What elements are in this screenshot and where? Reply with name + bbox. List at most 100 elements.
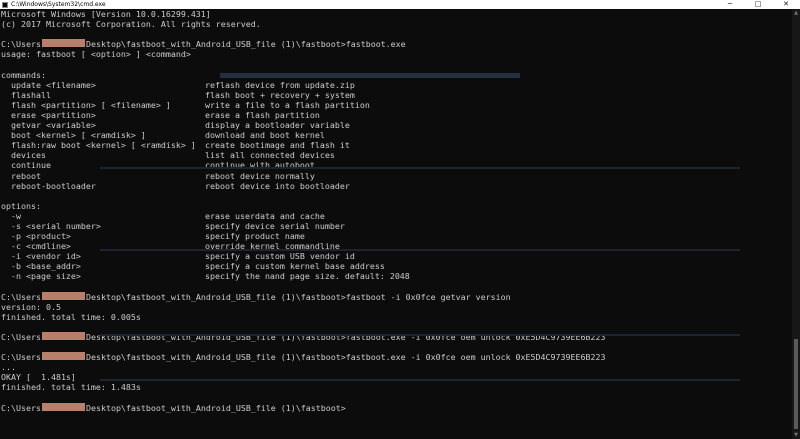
command-desc: list all connected devices <box>205 150 335 161</box>
prompt-command: fastboot.exe <box>345 39 406 50</box>
option-row: -c <cmdline> override kernel commandline <box>1 241 792 251</box>
redacted-username <box>41 332 85 340</box>
command-row: reboot reboot device normally <box>1 171 792 181</box>
command-name: flashall <box>1 89 51 100</box>
prompt-path: Desktop\fastboot_with_Android_USB_file (… <box>85 352 346 363</box>
console-line: finished. total time: 1.483s <box>1 382 141 393</box>
option-row: -i <vendor id> specify a custom USB vendo… <box>1 251 792 261</box>
command-name: flash:raw boot <kernel> [ <ramdisk> ] <box>1 140 196 151</box>
prompt-user-path: C:\Users <box>1 352 41 363</box>
scroll-up-icon[interactable]: ▲ <box>792 9 800 17</box>
redacted-username <box>41 402 85 411</box>
console-output[interactable]: Microsoft Windows [Version 10.0.16299.43… <box>0 9 792 439</box>
command-row: flashall flash boot + recovery + system <box>1 90 792 100</box>
command-row: getvar <variable> display a bootloader va… <box>1 120 792 130</box>
option-row: -n <page size> specify the nand page size… <box>1 271 792 281</box>
option-name: -w <box>1 210 21 221</box>
option-name: -s <serial number> <box>1 220 101 231</box>
command-row: erase <partition> erase a flash partition <box>1 110 792 120</box>
redacted-username <box>41 39 85 48</box>
prompt-user-path: C:\Users <box>1 402 41 413</box>
command-row: devices list all connected devices <box>1 150 792 160</box>
prompt-line: C:\Users Desktop\fastboot_with_Android_US… <box>1 402 792 413</box>
command-row: update <filename> reflash device from upd… <box>1 80 792 90</box>
prompt-path: Desktop\fastboot_with_Android_USB_file (… <box>85 39 346 50</box>
maximize-icon: □ <box>754 0 762 8</box>
console-line: (c) 2017 Microsoft Corporation. All righ… <box>1 19 261 30</box>
command-row: continue continue with autoboot <box>1 160 792 170</box>
prompt-line: C:\Users Desktop\fastboot_with_Android_US… <box>1 332 792 342</box>
console-line: finished. total time: 0.005s <box>1 311 141 322</box>
title-bar[interactable]: C:\Windows\System32\cmd.exe ─ □ ✕ <box>0 0 800 9</box>
command-desc: reflash device from update.zip <box>205 79 355 90</box>
close-icon: ✕ <box>783 0 789 8</box>
option-name: -c <cmdline> <box>1 241 71 252</box>
option-desc: override kernel commandline <box>205 241 340 252</box>
redacted-username <box>41 352 85 361</box>
window-title: C:\Windows\System32\cmd.exe <box>11 1 106 8</box>
maximize-button[interactable]: □ <box>744 0 772 9</box>
option-row: -s <serial number> specify device serial … <box>1 221 792 231</box>
command-name: reboot <box>1 170 41 181</box>
command-name: devices <box>1 150 46 161</box>
redacted-username <box>41 291 85 300</box>
minimize-button[interactable]: ─ <box>716 0 744 9</box>
prompt-path: Desktop\fastboot_with_Android_USB_file (… <box>85 332 346 342</box>
cmd-app-icon <box>2 1 8 8</box>
option-desc: specify device serial number <box>205 220 345 231</box>
command-row: flash <partition> [ <filename> ] write a … <box>1 100 792 110</box>
option-desc: specify a custom USB vendor id <box>205 251 355 262</box>
command-name: getvar <variable> <box>1 120 96 131</box>
command-desc: create bootimage and flash it <box>205 140 350 151</box>
option-name: -p <product> <box>1 231 71 242</box>
command-row: reboot-bootloader reboot device into boot… <box>1 181 792 191</box>
scroll-down-icon[interactable]: ▼ <box>792 431 800 439</box>
command-desc: reboot device normally <box>205 170 315 181</box>
scrollbar-thumb[interactable] <box>794 339 798 429</box>
prompt-user-path: C:\Users <box>1 332 41 342</box>
command-desc: display a bootloader variable <box>205 120 350 131</box>
console-line: commands: <box>1 69 46 80</box>
prompt-path: Desktop\fastboot_with_Android_USB_file (… <box>85 402 346 413</box>
option-row: -p <product> specify product name <box>1 231 792 241</box>
prompt-line: C:\Users Desktop\fastboot_with_Android_US… <box>1 352 792 362</box>
command-row: flash:raw boot <kernel> [ <ramdisk> ] cre… <box>1 140 792 150</box>
command-row: boot <kernel> [ <ramdisk> ] download and … <box>1 130 792 140</box>
prompt-path: Desktop\fastboot_with_Android_USB_file (… <box>85 291 346 302</box>
option-desc: specify product name <box>205 231 305 242</box>
console-line: version: 0.5 <box>1 301 61 312</box>
command-desc: reboot device into bootloader <box>205 180 350 191</box>
option-name: -n <page size> <box>1 271 81 282</box>
option-desc: erase userdata and cache <box>205 210 325 221</box>
prompt-command: fastboot -i 0x0fce getvar version <box>345 291 511 302</box>
vertical-scrollbar[interactable]: ▲ ▼ <box>792 9 800 439</box>
option-desc: specify a custom kernel base address <box>205 261 385 272</box>
close-button[interactable]: ✕ <box>772 0 800 9</box>
option-name: -i <vendor id> <box>1 251 81 262</box>
option-row: -w erase userdata and cache <box>1 211 792 221</box>
console-line: options: <box>1 200 41 211</box>
prompt-command: fastboot.exe -i 0x0fce oem unlock 0xE5D4… <box>345 352 606 363</box>
command-desc: write a file to a flash partition <box>205 99 370 110</box>
option-name: -b <base_addr> <box>1 261 81 272</box>
cmd-window: C:\Windows\System32\cmd.exe ─ □ ✕ Micros… <box>0 0 800 439</box>
command-name: continue <box>1 160 51 171</box>
prompt-line: C:\Users Desktop\fastboot_with_Android_US… <box>1 39 792 49</box>
option-row: -b <base_addr> specify a custom kernel ba… <box>1 261 792 271</box>
prompt-command: fastboot.exe -i 0x0fce oem unlock 0xE5D4… <box>345 332 606 342</box>
prompt-user-path: C:\Users <box>1 291 41 302</box>
console-line: ... <box>1 362 16 373</box>
prompt-line: C:\Users Desktop\fastboot_with_Android_US… <box>1 291 792 302</box>
console-line: usage: fastboot [ <option> ] <command> <box>1 49 191 60</box>
option-desc: specify the nand page size. default: 204… <box>205 271 410 282</box>
minimize-icon: ─ <box>727 0 733 8</box>
command-desc: flash boot + recovery + system <box>205 89 355 100</box>
command-name: boot <kernel> [ <ramdisk> ] <box>1 130 146 141</box>
console-line: OKAY [ 1.481s] <box>1 372 76 383</box>
command-desc: continue with autoboot <box>205 160 315 171</box>
command-name: update <filename> <box>1 79 96 90</box>
command-name: reboot-bootloader <box>1 180 96 191</box>
command-desc: download and boot kernel <box>205 130 325 141</box>
prompt-user-path: C:\Users <box>1 39 41 50</box>
command-desc: erase a flash partition <box>205 109 320 120</box>
